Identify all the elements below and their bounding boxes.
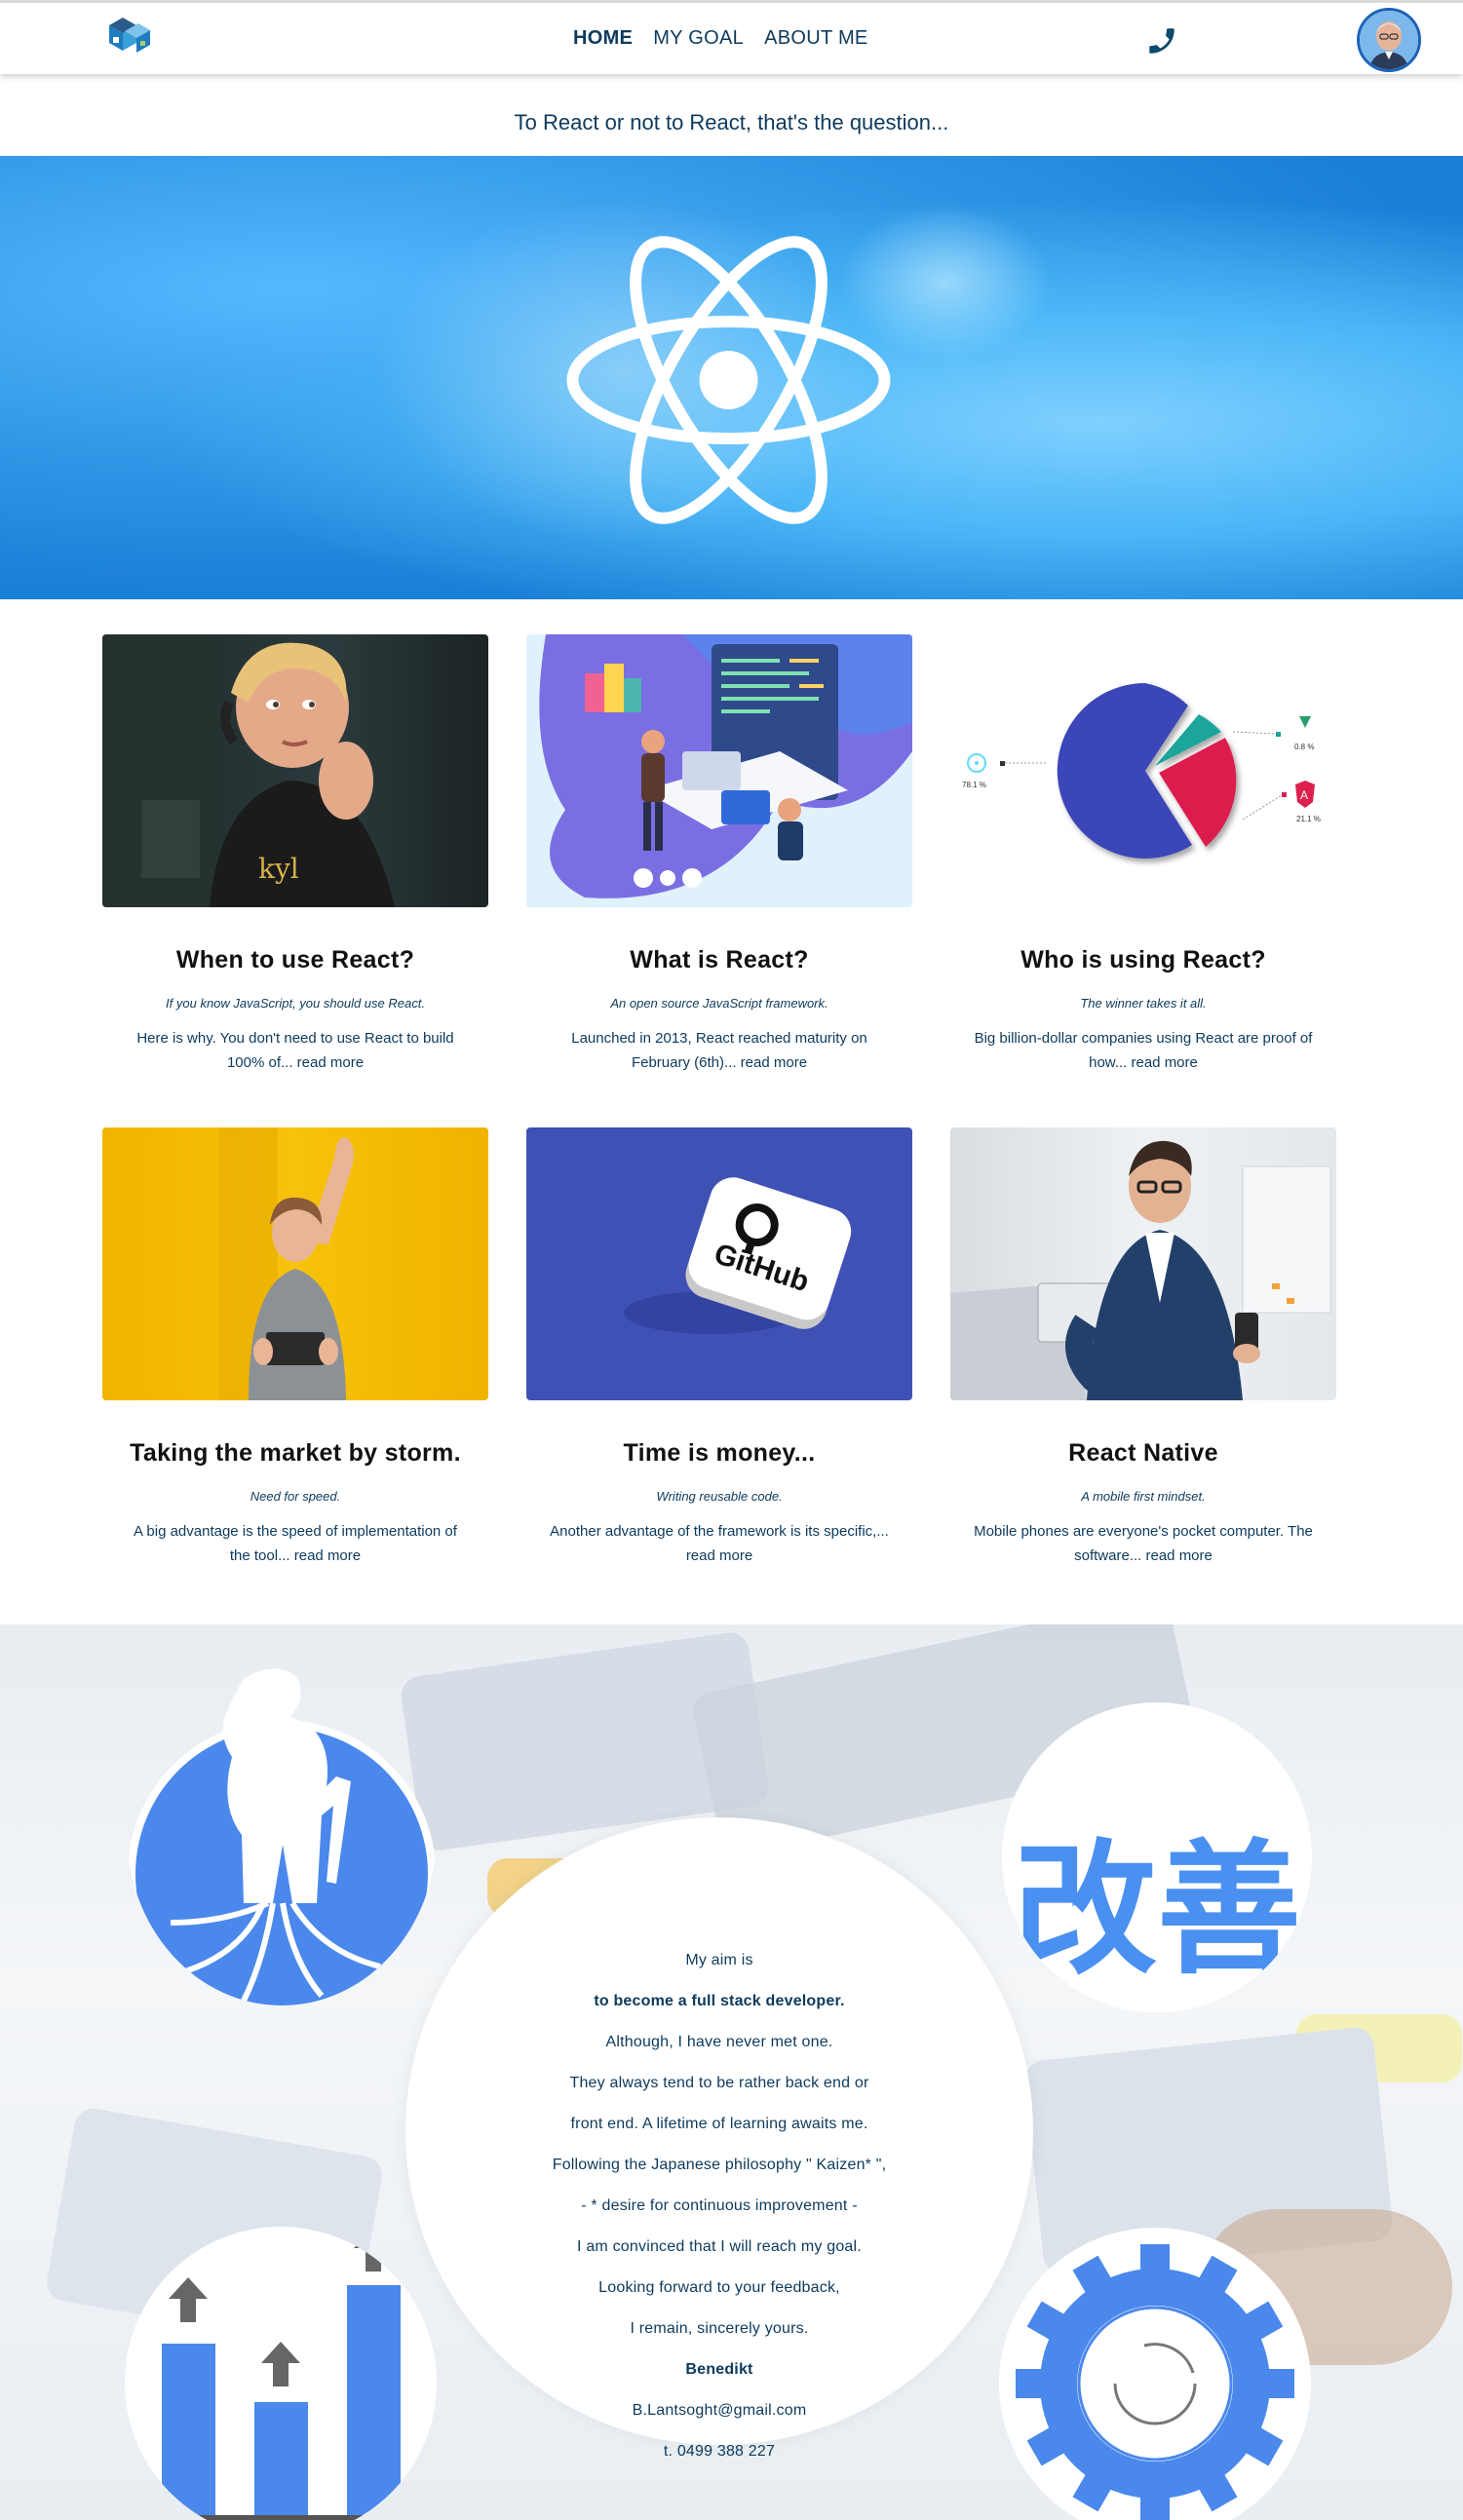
goal-line: My aim is (685, 1952, 753, 1968)
card-title: Who is using React? (1020, 946, 1266, 974)
phone-icon[interactable] (1145, 24, 1178, 57)
card-image-github[interactable]: GitHub (526, 1127, 912, 1400)
card-subtitle: If you know JavaScript, you should use R… (166, 996, 425, 1011)
article-card[interactable]: React Native A mobile first mindset. Mob… (950, 1127, 1336, 1568)
read-more-link[interactable]: read more (686, 1547, 752, 1564)
man-with-smartphone-icon (950, 1140, 1331, 1400)
card-title: React Native (1068, 1439, 1218, 1467)
card-image-boy[interactable]: kyl (102, 634, 488, 907)
article-card[interactable]: What is React? An open source JavaScript… (526, 634, 912, 1075)
goal-line: I remain, sincerely yours. (630, 2320, 809, 2337)
card-subtitle: The winner takes it all. (1080, 996, 1207, 1011)
woman-raising-fist-icon (219, 1127, 354, 1400)
developers-illustration-icon (539, 634, 912, 898)
framework-share-pie-icon: 78.1 % 0.8 % A 21.1 % (962, 682, 1321, 859)
signature-name: Benedikt (685, 2361, 753, 2378)
article-card[interactable]: Taking the market by storm. Need for spe… (102, 1127, 488, 1568)
hero-banner (0, 156, 1463, 599)
read-more-link[interactable]: read more (294, 1547, 361, 1564)
svg-text:kyl: kyl (258, 853, 299, 885)
react-logo-icon (566, 236, 891, 524)
card-title: When to use React? (175, 946, 415, 974)
card-text: Mobile phones are everyone's pocket comp… (974, 1523, 1313, 1564)
growth-bar-chart-icon (154, 2227, 407, 2520)
vue-percent-label: 0.8 % (1294, 743, 1314, 751)
card-image-man-phone[interactable] (950, 1127, 1336, 1400)
navbar: HOME MY GOAL ABOUT ME (0, 0, 1463, 74)
svg-text:A: A (1300, 788, 1308, 802)
growth-bars-badge (125, 2227, 437, 2520)
boy-with-headphones-icon: kyl (102, 634, 395, 907)
main-nav: HOME MY GOAL ABOUT ME (573, 27, 868, 50)
card-excerpt: Mobile phones are everyone's pocket comp… (950, 1519, 1336, 1568)
read-more-link[interactable]: read more (741, 1054, 807, 1071)
angular-percent-label: 21.1 % (1296, 815, 1321, 823)
card-image-pie-chart[interactable]: 78.1 % 0.8 % A 21.1 % (950, 634, 1336, 907)
goal-line: front end. A lifetime of learning awaits… (570, 2116, 868, 2132)
gear-icon (999, 2228, 1311, 2520)
hiker-roots-badge (127, 1660, 437, 2005)
site-logo-icon[interactable] (103, 12, 154, 62)
goal-line: Looking forward to your feedback, (598, 2279, 840, 2296)
read-more-link[interactable]: read more (1146, 1547, 1213, 1564)
card-excerpt: A big advantage is the speed of implemen… (102, 1519, 488, 1568)
goal-line: I am convinced that I will reach my goal… (577, 2238, 862, 2255)
card-title: What is React? (630, 946, 809, 974)
article-card[interactable]: GitHub Time is money... Writing reusable… (526, 1127, 912, 1568)
card-excerpt: Here is why. You don't need to use React… (102, 1026, 488, 1075)
card-excerpt: Another advantage of the framework is it… (526, 1519, 912, 1568)
read-more-link[interactable]: read more (297, 1054, 364, 1071)
goal-message-circle: My aim is to become a full stack develop… (405, 1817, 1033, 2460)
contact-phone[interactable]: t. 0499 388 227 (405, 2431, 1033, 2472)
card-subtitle: Writing reusable code. (656, 1489, 783, 1504)
card-title: Time is money... (623, 1439, 816, 1467)
read-more-link[interactable]: read more (1132, 1054, 1198, 1071)
goal-line: Although, I have never met one. (605, 2034, 833, 2050)
card-subtitle: Need for speed. (250, 1489, 341, 1504)
goal-line: They always tend to be rather back end o… (569, 2075, 869, 2091)
my-goal-section: 改善 My aim is to become a full stack deve… (0, 1624, 1463, 2520)
goal-line: Following the Japanese philosophy " Kaiz… (552, 2157, 887, 2173)
card-text: Here is why. You don't need to use React… (136, 1030, 454, 1071)
kaizen-badge: 改善 (1002, 1702, 1312, 2012)
contact-email[interactable]: B.Lantsoght@gmail.com (405, 2390, 1033, 2431)
card-excerpt: Launched in 2013, React reached maturity… (526, 1026, 912, 1075)
page-tagline: To React or not to React, that's the que… (514, 110, 949, 134)
card-excerpt: Big billion-dollar companies using React… (950, 1026, 1336, 1075)
card-text: Another advantage of the framework is it… (550, 1523, 889, 1540)
react-percent-label: 78.1 % (962, 781, 986, 789)
card-title: Taking the market by storm. (130, 1439, 461, 1467)
goal-line: to become a full stack developer. (594, 1993, 845, 2009)
card-image-woman-yellow[interactable] (102, 1127, 488, 1400)
article-card[interactable]: kyl When to use React? If you know JavaS… (102, 634, 488, 1075)
goal-line: - * desire for continuous improvement - (581, 2197, 858, 2214)
article-card[interactable]: 78.1 % 0.8 % A 21.1 % Who is using React… (950, 634, 1336, 1075)
nav-about-me-link[interactable]: ABOUT ME (764, 27, 868, 50)
gear-badge (998, 2227, 1312, 2520)
hiker-with-roots-icon (128, 1668, 436, 2005)
card-subtitle: An open source JavaScript framework. (610, 996, 828, 1011)
nav-home-link[interactable]: HOME (573, 27, 633, 50)
card-subtitle: A mobile first mindset. (1081, 1489, 1206, 1504)
github-key-icon: GitHub (624, 1177, 852, 1334)
nav-my-goal-link[interactable]: MY GOAL (653, 27, 744, 50)
avatar-portrait-icon (1360, 11, 1418, 69)
kaizen-characters: 改善 (1013, 1826, 1301, 1994)
profile-avatar[interactable] (1357, 8, 1421, 72)
card-text: Launched in 2013, React reached maturity… (571, 1030, 867, 1071)
card-image-developers[interactable] (526, 634, 912, 907)
